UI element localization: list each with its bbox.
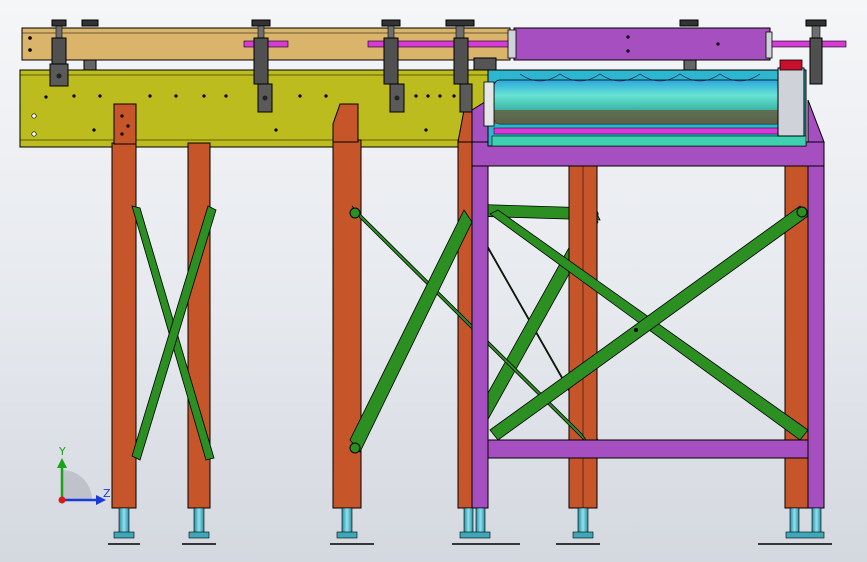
axis-triad-icon <box>57 458 106 505</box>
triad-y-label: Y <box>58 445 66 458</box>
leveling-foot-icon <box>330 507 374 545</box>
leveling-foot-icon <box>182 507 216 545</box>
leveling-foot-icon <box>758 507 832 545</box>
leveling-foot-icon <box>108 507 140 545</box>
purple-rail <box>507 27 773 61</box>
cad-viewport[interactable]: Y Z <box>0 0 867 562</box>
assembly-drawing: Y Z <box>19 19 847 545</box>
leveling-foot-icon <box>556 507 600 545</box>
roller-assembly <box>483 59 807 147</box>
purple-frame <box>471 99 825 509</box>
clamp-icon[interactable] <box>805 19 827 85</box>
triad-z-label: Z <box>103 487 111 500</box>
leveling-foot-icon <box>452 507 520 545</box>
